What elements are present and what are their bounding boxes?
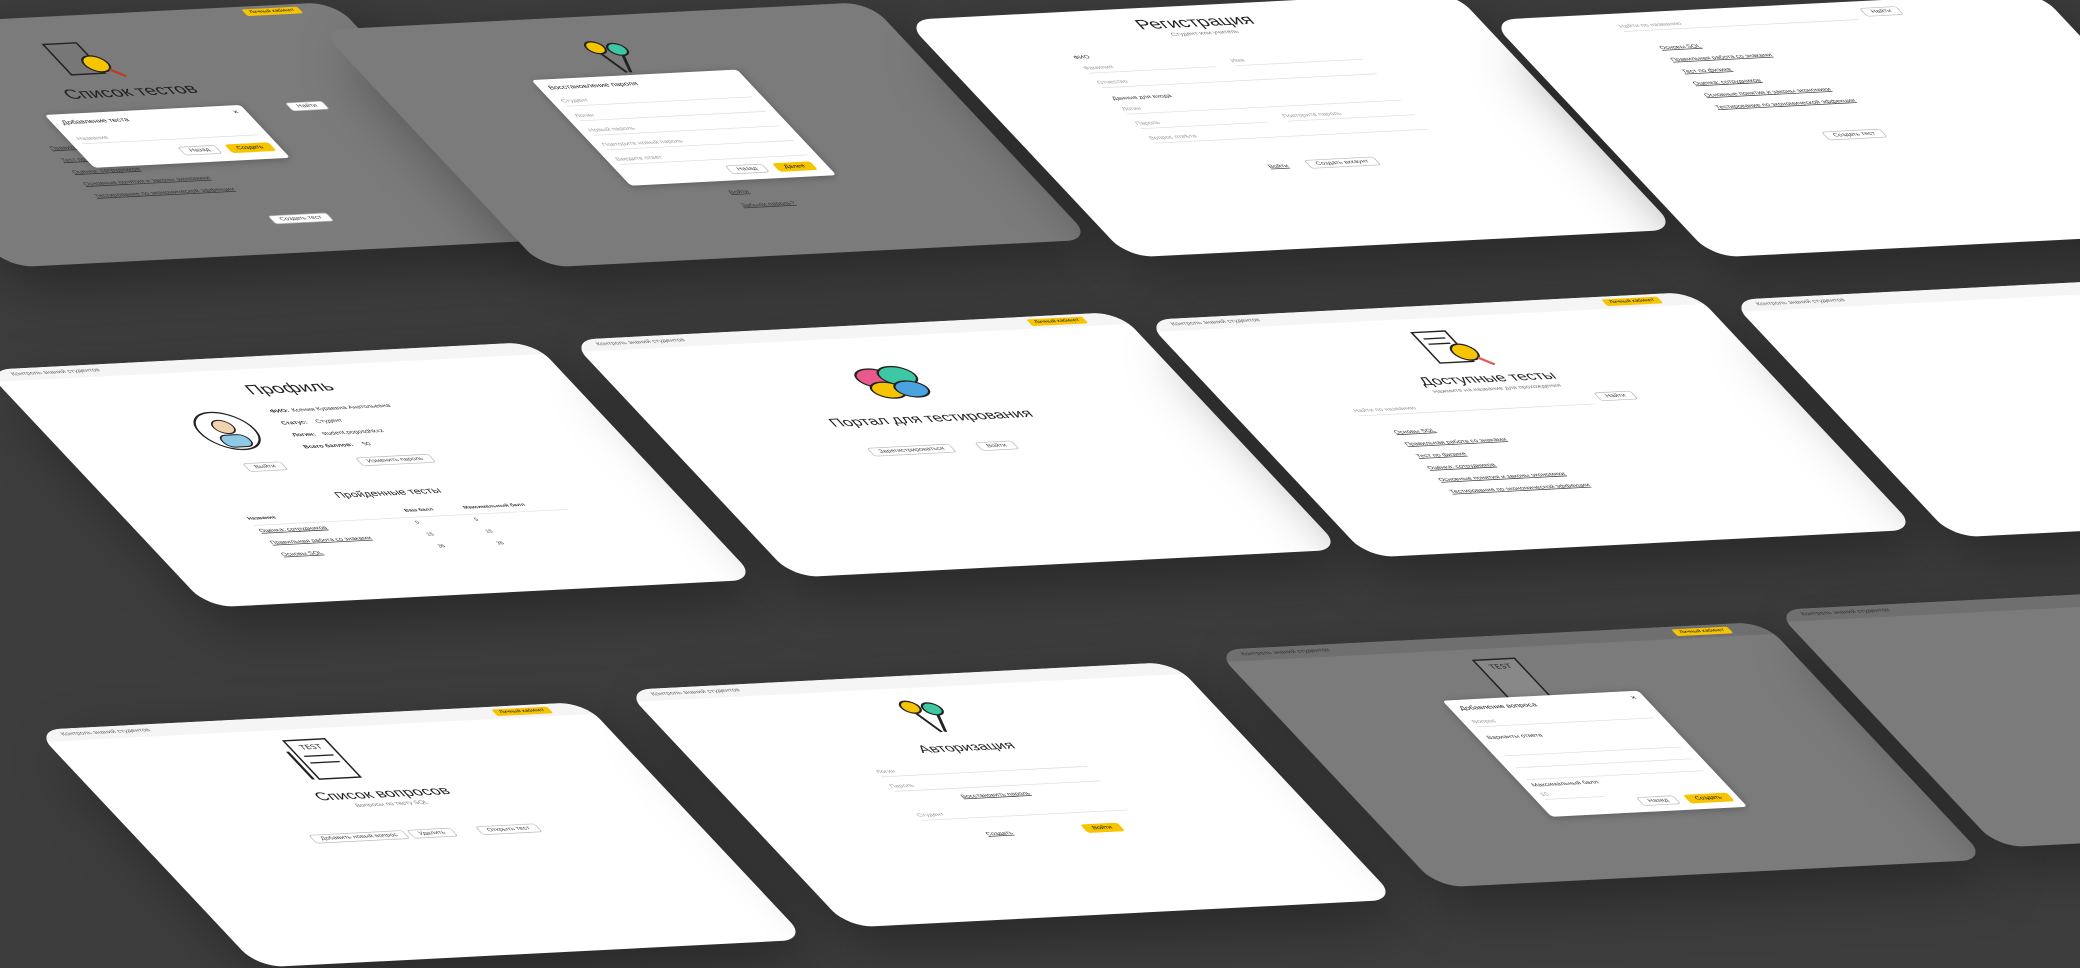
test-document-icon: TEST	[281, 738, 363, 780]
test-link[interactable]: Правильная работа со знаками	[1669, 53, 1774, 63]
test-link[interactable]: Тестирование по экономической эффекции	[1714, 98, 1857, 110]
confirm-button[interactable]: Создать	[1682, 792, 1735, 804]
surname-field[interactable]: Фамилия	[1080, 58, 1217, 74]
search-input[interactable]: Найти по названию	[1350, 395, 1594, 417]
document-search-icon	[1410, 330, 1496, 366]
close-icon[interactable]: ✕	[1628, 695, 1639, 701]
status-value: Студент	[314, 418, 345, 425]
back-button[interactable]: Назад	[724, 163, 771, 175]
max-score-cell: 35	[495, 541, 506, 546]
app-header: Контроль знаний студентов	[1730, 272, 2080, 312]
password-recovery-modal: Восстановление пароля Студент Логин Новы…	[531, 69, 837, 186]
login-link[interactable]: Войти	[727, 189, 751, 195]
score-label: Всего баллов:	[302, 442, 356, 450]
forgot-password-link[interactable]: Восстановить пароль	[960, 791, 1033, 799]
password-field[interactable]: Пароль	[1132, 113, 1269, 129]
name-field[interactable]: Имя	[1227, 50, 1364, 67]
score-cell: 35	[436, 544, 447, 549]
keys-icon	[898, 700, 948, 733]
register-link[interactable]: Создать	[984, 831, 1014, 837]
test-link[interactable]: Оценка: сотрудников	[258, 526, 329, 534]
add-question-modal: Добавление вопроса ✕ Вопрос Варианты отв…	[1442, 690, 1748, 817]
column-header: Название	[246, 515, 278, 522]
score-value: 50	[360, 441, 373, 447]
question-field[interactable]: Вопрос	[1469, 709, 1654, 728]
create-test-button[interactable]: Создать тест	[1820, 128, 1889, 141]
add-question-button[interactable]: Добавить новый вопрос	[308, 830, 411, 844]
test-link[interactable]: Тестирование по экономической эффекции	[93, 187, 236, 199]
answers-label: Варианты ответа	[1485, 733, 1545, 741]
test-link[interactable]: Основные понятия и законы экономики	[1437, 472, 1567, 483]
brain-icon	[854, 365, 931, 399]
test-link[interactable]: Основные понятия и законы экономики	[82, 176, 212, 187]
login-section-label: Данные для входа	[1110, 93, 1174, 102]
close-icon[interactable]: ✕	[231, 109, 241, 115]
modal-title: Добавление вопроса	[1457, 701, 1539, 712]
keys-icon	[583, 41, 633, 73]
role-select[interactable]: Студент	[914, 801, 1129, 821]
register-button[interactable]: Зарегистрироваться	[866, 443, 958, 457]
test-link[interactable]: Тест по физике	[1681, 67, 1734, 74]
create-account-button[interactable]: Создать аккаунт	[1303, 156, 1382, 169]
document-search-icon	[41, 42, 127, 78]
max-score-cell: 15	[484, 529, 495, 534]
fio-label: ФИО:	[268, 408, 292, 415]
status-label: Статус:	[279, 420, 310, 426]
test-link[interactable]: Правильная работа со знаками	[1404, 437, 1509, 447]
test-link[interactable]: Тестирование по экономической эффекции	[1448, 483, 1591, 495]
delete-button[interactable]: Удалить	[406, 827, 459, 839]
login-link[interactable]: Войти	[1267, 164, 1291, 170]
test-link[interactable]: Основы SQL	[1393, 428, 1438, 435]
avatar	[193, 411, 261, 451]
test-link[interactable]: Оценка: сотрудников	[71, 167, 142, 175]
cancel-button[interactable]: Назад	[1635, 795, 1682, 806]
page-title: Портал для тестирования	[824, 406, 1037, 430]
table-row: Оценка: сотрудников 0 5	[258, 513, 572, 534]
test-link[interactable]: Оценка: сотрудников	[1426, 463, 1497, 471]
score-cell: 0	[414, 520, 422, 525]
fio-label: ФИО	[1072, 54, 1092, 61]
modal-title: Восстановление пароля	[546, 80, 640, 91]
login-value: student.pogosdhkxz	[320, 428, 386, 437]
test-link[interactable]: Основные понятия и законы экономики	[1703, 87, 1833, 98]
max-score-cell: 5	[473, 517, 481, 522]
next-button[interactable]: Далее	[771, 161, 818, 172]
confirm-button[interactable]: Создать	[224, 142, 277, 154]
cancel-button[interactable]: Назад	[177, 145, 223, 156]
create-test-button[interactable]: Создать тест	[267, 212, 335, 225]
cabinet-badge[interactable]: Личный кабинет	[241, 6, 304, 17]
open-test-button[interactable]: Открыть тест	[474, 823, 543, 836]
score-cell: 15	[425, 532, 436, 537]
find-button[interactable]: Найти	[1858, 6, 1905, 17]
search-input[interactable]: Найти по названию	[1616, 11, 1860, 32]
test-link[interactable]: Тест по физике	[1415, 452, 1468, 459]
points-label: Максимальный балл	[1530, 779, 1601, 788]
test-link[interactable]: Основы SQL	[1658, 44, 1703, 51]
column-header: Максимальный балл	[462, 503, 527, 511]
login-button[interactable]: Войти	[974, 440, 1020, 452]
test-name-input[interactable]: Название	[74, 126, 259, 145]
test-link[interactable]: Основы SQL	[280, 551, 325, 558]
modal-title: Добавление теста	[59, 116, 132, 126]
table-header: Название Ваш балл Максимальный балл	[246, 501, 560, 521]
login-button[interactable]: Войти	[1079, 822, 1125, 834]
fio-value: Ксения Кураевна Анатольевна	[290, 403, 393, 413]
column-header: Ваш балл	[403, 507, 436, 514]
repeat-password-field[interactable]: Повторите пароль	[1279, 106, 1416, 122]
points-input[interactable]: 10	[1537, 788, 1605, 800]
test-link[interactable]: Правильная работа со знаками	[269, 536, 374, 546]
change-password-button[interactable]: Изменить пароль	[354, 453, 437, 467]
find-button[interactable]: Найти	[1593, 390, 1639, 402]
find-button[interactable]: Найти	[284, 100, 330, 112]
app-header: Контроль знаний студентов	[1775, 582, 2080, 622]
logout-button[interactable]: Выйти	[242, 461, 289, 472]
test-link[interactable]: Оценка: сотрудников	[1692, 78, 1763, 86]
password-field[interactable]: Пароль	[887, 772, 1101, 792]
login-label: Логин:	[290, 432, 318, 438]
passed-tests-title: Пройденные тесты	[331, 485, 445, 500]
forgot-link[interactable]: Забыли пароль?	[740, 201, 797, 208]
